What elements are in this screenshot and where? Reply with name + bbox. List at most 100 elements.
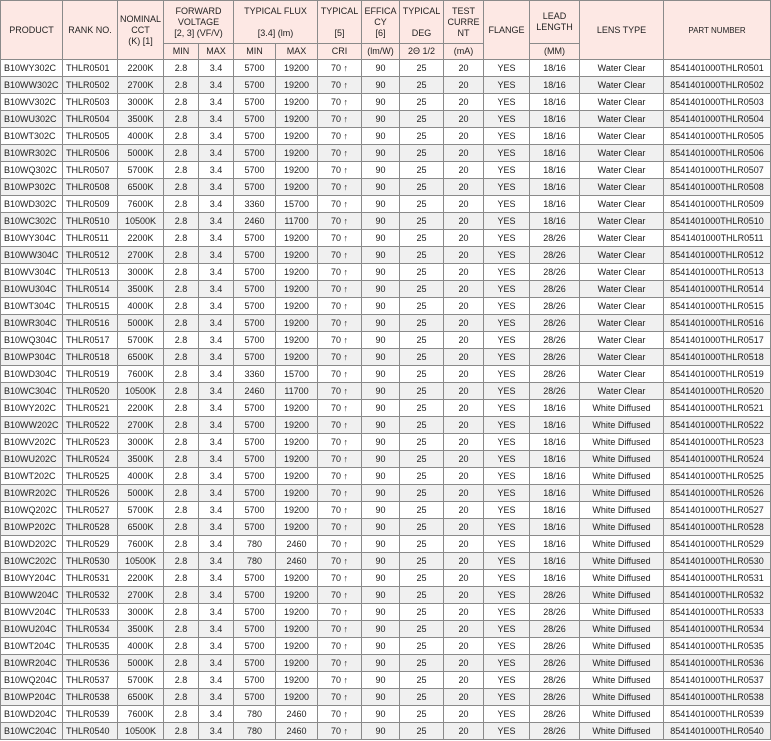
cell-lens-type: White Diffused [579, 552, 665, 570]
cell-flux-max: 19200 [275, 314, 319, 332]
cell-cct: 3000K [117, 433, 164, 451]
cell-deg: 25 [399, 263, 445, 281]
cell-cct: 3000K [117, 263, 164, 281]
cell-rank-no: THLR0515 [62, 297, 118, 315]
cell-cri: 70 ↑ [317, 314, 363, 332]
cell-lens-type: White Diffused [579, 603, 665, 621]
cell-lens-type: White Diffused [579, 671, 665, 689]
cell-test-current: 20 [443, 450, 485, 468]
header-lead-unit: (MM) [529, 43, 581, 60]
cell-deg: 25 [399, 722, 445, 740]
header-vf-min: MIN [163, 43, 199, 60]
cell-flange: YES [483, 518, 531, 536]
cell-efficacy: 90 [361, 654, 401, 672]
cell-vf-max: 3.4 [197, 297, 235, 315]
cell-test-current: 20 [443, 671, 485, 689]
cell-vf-min: 2.8 [163, 195, 199, 213]
header-eff-unit: (lm/W) [361, 43, 401, 60]
header-test-unit: (mA) [443, 43, 485, 60]
cell-lens-type: White Diffused [579, 688, 665, 706]
cell-cri: 70 ↑ [317, 365, 363, 383]
cell-cct: 5000K [117, 484, 164, 502]
cell-flux-max: 19200 [275, 297, 319, 315]
cell-part-number: 8541401000THLR0506 [663, 144, 771, 162]
cell-lead-length: 18/16 [529, 569, 581, 587]
table-row: B10WW202C THLR0522 2700K 2.8 3.4 5700 19200 70 … [0, 416, 771, 434]
cell-flux-max: 19200 [275, 178, 319, 196]
cell-flux-max: 19200 [275, 450, 319, 468]
header-forward-voltage: FORWARD VOLTAGE [2, 3] (VF/V) [162, 0, 235, 44]
cell-efficacy: 90 [361, 348, 401, 366]
cell-vf-max: 3.4 [197, 144, 235, 162]
cell-flange: YES [483, 620, 531, 638]
cell-lens-type: Water Clear [579, 246, 665, 264]
table-header: PRODUCT RANK NO. NOMINAL CCT (K) [1] FOR… [0, 0, 771, 60]
cell-test-current: 20 [443, 229, 485, 247]
cell-cct: 2700K [117, 416, 164, 434]
cell-rank-no: THLR0522 [62, 416, 118, 434]
cell-lens-type: White Diffused [579, 654, 665, 672]
table-row: B10WV302C THLR0503 3000K 2.8 3.4 5700 19200 70 … [0, 93, 771, 111]
header-cri-sub: [5] [334, 27, 345, 38]
cell-cct: 3500K [117, 280, 164, 298]
cell-part-number: 8541401000THLR0530 [663, 552, 771, 570]
cell-cct: 2200K [117, 399, 164, 417]
header-cct-line-1: NOMINAL [119, 13, 161, 24]
cell-product: B10WU204C [0, 620, 63, 638]
cell-flange: YES [483, 280, 531, 298]
cell-test-current: 20 [443, 433, 485, 451]
table-row: B10WQ202C THLR0527 5700K 2.8 3.4 5700 19200 70 … [0, 501, 771, 519]
cell-efficacy: 90 [361, 586, 401, 604]
cell-deg: 25 [399, 654, 445, 672]
cell-test-current: 20 [443, 195, 485, 213]
header-product: PRODUCT [0, 0, 63, 60]
cell-lens-type: Water Clear [579, 76, 665, 94]
cell-vf-max: 3.4 [197, 59, 235, 77]
cell-product: B10WR304C [0, 314, 63, 332]
cell-flux-min: 5700 [233, 161, 277, 179]
cell-cct: 5700K [117, 331, 164, 349]
cell-flange: YES [483, 365, 531, 383]
cell-flux-min: 5700 [233, 229, 277, 247]
cell-lens-type: White Diffused [579, 535, 665, 553]
cell-product: B10WV304C [0, 263, 63, 281]
cell-deg: 25 [399, 603, 445, 621]
cell-part-number: 8541401000THLR0533 [663, 603, 771, 621]
cell-deg: 25 [399, 518, 445, 536]
cell-part-number: 8541401000THLR0504 [663, 110, 771, 128]
cell-flux-max: 19200 [275, 467, 319, 485]
cell-lead-length: 28/26 [529, 280, 581, 298]
cell-rank-no: THLR0512 [62, 246, 118, 264]
table-row: B10WD302C THLR0509 7600K 2.8 3.4 3360 15700 70 … [0, 195, 771, 213]
cell-vf-max: 3.4 [197, 688, 235, 706]
cell-test-current: 20 [443, 297, 485, 315]
header-lead-length: LEAD LENGTH [529, 0, 581, 44]
cell-vf-max: 3.4 [197, 348, 235, 366]
cell-test-current: 20 [443, 178, 485, 196]
cell-vf-max: 3.4 [197, 93, 235, 111]
cell-vf-min: 2.8 [163, 620, 199, 638]
cell-lens-type: Water Clear [579, 161, 665, 179]
cell-efficacy: 90 [361, 416, 401, 434]
cell-flange: YES [483, 178, 531, 196]
cell-flange: YES [483, 382, 531, 400]
cell-rank-no: THLR0501 [62, 59, 118, 77]
cell-part-number: 8541401000THLR0508 [663, 178, 771, 196]
table-row: B10WD204C THLR0539 7600K 2.8 3.4 780 2460 70 ↑ 9… [0, 705, 771, 723]
cell-lead-length: 28/26 [529, 722, 581, 740]
cell-flux-min: 3360 [233, 365, 277, 383]
cell-efficacy: 90 [361, 195, 401, 213]
cell-test-current: 20 [443, 59, 485, 77]
cell-flange: YES [483, 416, 531, 434]
cell-cct: 7600K [117, 705, 164, 723]
cell-lens-type: White Diffused [579, 416, 665, 434]
cell-lens-type: Water Clear [579, 110, 665, 128]
table-row: B10WU204C THLR0534 3500K 2.8 3.4 5700 19200 70 … [0, 620, 771, 638]
cell-cri: 70 ↑ [317, 144, 363, 162]
cell-flange: YES [483, 688, 531, 706]
cell-efficacy: 90 [361, 620, 401, 638]
table-row: B10WR302C THLR0506 5000K 2.8 3.4 5700 19200 70 … [0, 144, 771, 162]
cell-lens-type: Water Clear [579, 314, 665, 332]
cell-flux-min: 5700 [233, 246, 277, 264]
cell-deg: 25 [399, 314, 445, 332]
